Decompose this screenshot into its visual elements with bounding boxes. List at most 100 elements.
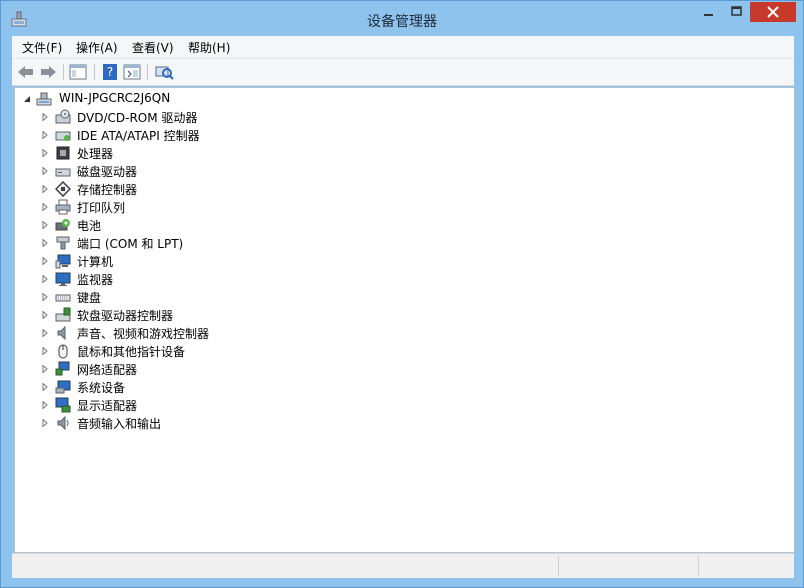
expand-arrow-icon: [42, 347, 48, 355]
expand-arrow-icon: [42, 113, 48, 121]
tree-node-label: 存储控制器: [77, 183, 138, 197]
disk-drive-icon: [55, 168, 71, 177]
scan-hardware-button[interactable]: [154, 63, 174, 81]
expand-arrow-icon: [42, 401, 48, 409]
ide-controller-icon: [55, 131, 71, 141]
tree-node-display-adapter[interactable]: 显示适配器: [15, 396, 315, 414]
tree-node-processor[interactable]: 处理器: [15, 144, 315, 162]
close-icon: [767, 6, 779, 18]
expand-arrow-icon: [42, 257, 48, 265]
computer-name: WIN-JPGCRC2J6QN: [59, 91, 171, 105]
tree-node-dvd-drive[interactable]: DVD/CD-ROM 驱动器: [15, 108, 315, 126]
menu-file[interactable]: 文件(F): [22, 39, 62, 56]
collapse-arrow-icon: [24, 96, 30, 102]
battery-icon: [55, 219, 70, 231]
tree-node-floppy-controller[interactable]: 软盘驱动器控制器: [15, 306, 315, 324]
tree-node-monitor[interactable]: 监视器: [15, 270, 315, 288]
floppy-controller-icon: [55, 307, 71, 322]
audio-io-icon: [57, 415, 69, 431]
properties-button[interactable]: [122, 63, 142, 81]
expand-arrow-icon: [42, 419, 48, 427]
arrow-left-icon: [18, 66, 33, 78]
close-button[interactable]: [750, 2, 796, 22]
tree-node-network-adapter[interactable]: 网络适配器: [15, 360, 315, 378]
port-icon: [56, 236, 70, 250]
tree-node-label: 处理器: [77, 147, 114, 161]
tree-node-label: 系统设备: [77, 381, 126, 395]
arrow-right-icon: [41, 66, 56, 78]
toolbar-separator: [147, 64, 148, 80]
svg-text:?: ?: [107, 65, 113, 79]
tree-node-label: 电池: [77, 219, 102, 233]
tree-node-storage-controller[interactable]: 存储控制器: [15, 180, 315, 198]
tree-node-sound-video-game[interactable]: 声音、视频和游戏控制器: [15, 324, 315, 342]
menu-bar: 文件(F) 操作(A) 查看(V) 帮助(H): [12, 36, 794, 59]
back-button[interactable]: [16, 63, 36, 81]
window-title: 设备管理器: [367, 14, 437, 30]
keyboard-icon: [55, 294, 71, 302]
tree-node-battery[interactable]: 电池: [15, 216, 315, 234]
tree-node-keyboard[interactable]: 键盘: [15, 288, 315, 306]
speaker-icon: [57, 325, 66, 341]
menu-action[interactable]: 操作(A): [76, 39, 118, 56]
tree-node-label: 显示适配器: [77, 399, 138, 413]
tree-node-label: IDE ATA/ATAPI 控制器: [77, 129, 200, 143]
console-tree-icon: [69, 64, 87, 80]
scan-hardware-icon: [155, 66, 174, 80]
tree-node-audio-io[interactable]: 音频输入和输出: [15, 414, 315, 432]
tree-node-disk-drive[interactable]: 磁盘驱动器: [15, 162, 315, 180]
tree-node-system-devices[interactable]: 系统设备: [15, 378, 315, 396]
status-separator: [698, 556, 699, 576]
expand-arrow-icon: [42, 275, 48, 283]
tree-node-print-queue[interactable]: 打印队列: [15, 198, 315, 216]
tree-node-label: 计算机: [77, 255, 114, 269]
title-bar[interactable]: 设备管理器: [1, 1, 803, 37]
tree-root[interactable]: WIN-JPGCRC2J6QN: [15, 90, 315, 108]
expand-arrow-icon: [42, 167, 48, 175]
processor-icon: [56, 146, 70, 160]
expand-arrow-icon: [42, 239, 48, 247]
menu-view[interactable]: 查看(V): [132, 39, 174, 56]
tree-node-label: 鼠标和其他指针设备: [77, 345, 186, 359]
expand-arrow-icon: [42, 185, 48, 193]
tree-node-label: 打印队列: [77, 201, 126, 215]
help-button[interactable]: ?: [100, 63, 120, 81]
tree-node-label: 声音、视频和游戏控制器: [77, 327, 210, 341]
tree-node-label: 磁盘驱动器: [77, 165, 138, 179]
toolbar-separator: [63, 64, 64, 80]
expand-arrow-icon: [42, 149, 48, 157]
tree-node-label: DVD/CD-ROM 驱动器: [77, 111, 198, 125]
tree-node-label: 端口 (COM 和 LPT): [77, 237, 184, 251]
tree-node-computer[interactable]: 计算机: [15, 252, 315, 270]
maximize-button[interactable]: [723, 2, 750, 22]
tree-node-label: 监视器: [77, 273, 114, 287]
show-hide-console-tree-button[interactable]: [68, 63, 88, 81]
forward-button[interactable]: [38, 63, 58, 81]
device-tree-panel[interactable]: WIN-JPGCRC2J6QN DVD/CD-ROM 驱动器 IDE ATA/A…: [14, 87, 795, 553]
tree-node-ports[interactable]: 端口 (COM 和 LPT): [15, 234, 315, 252]
expand-arrow-icon: [42, 329, 48, 337]
device-manager-window: 设备管理器 文件(F) 操作(A) 查看(V) 帮助(H) ? WIN-JPGC…: [0, 0, 804, 588]
expand-arrow-icon: [42, 221, 48, 229]
status-separator: [558, 556, 559, 576]
menu-help[interactable]: 帮助(H): [188, 39, 230, 56]
tree-node-label: 键盘: [77, 291, 102, 305]
monitor-icon: [55, 272, 71, 286]
minimize-button[interactable]: [695, 2, 723, 22]
computer-icon: [55, 254, 71, 269]
tree-node-label: 音频输入和输出: [77, 417, 162, 431]
tree-node-label: 网络适配器: [77, 363, 138, 377]
tree-node-ide-controller[interactable]: IDE ATA/ATAPI 控制器: [15, 126, 315, 144]
expand-arrow-icon: [42, 311, 48, 319]
tree-node-mouse[interactable]: 鼠标和其他指针设备: [15, 342, 315, 360]
expand-arrow-icon: [42, 293, 48, 301]
help-icon: ?: [103, 64, 117, 80]
expand-arrow-icon: [42, 383, 48, 391]
expand-arrow-icon: [42, 365, 48, 373]
printer-icon: [55, 199, 71, 215]
expand-arrow-icon: [42, 203, 48, 211]
network-adapter-icon: [55, 361, 70, 376]
tree-node-label: 软盘驱动器控制器: [77, 309, 174, 323]
maximize-icon: [731, 6, 742, 16]
properties-icon: [123, 64, 141, 80]
